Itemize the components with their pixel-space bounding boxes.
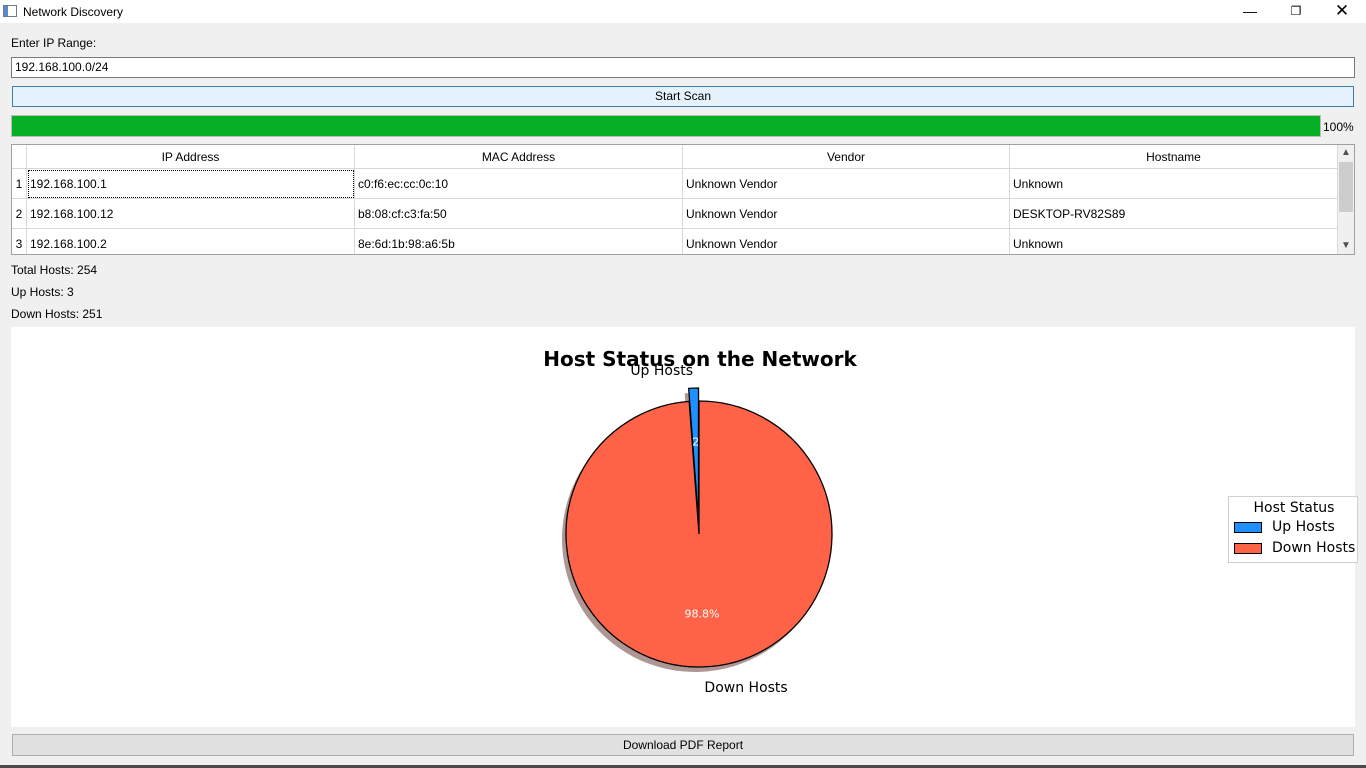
table-header-row: IP Address MAC Address Vendor Hostname xyxy=(12,145,1338,169)
pie-category-label-down-hosts: Down Hosts xyxy=(704,680,787,696)
ip-range-label: Enter IP Range: xyxy=(11,36,97,50)
start-scan-button[interactable]: Start Scan xyxy=(12,86,1354,107)
table-row[interactable]: 3 192.168.100.2 8e:6d:1b:98:a6:5b Unknow… xyxy=(12,229,1338,254)
cell-ip[interactable]: 192.168.100.2 xyxy=(27,229,355,254)
table-row[interactable]: 2 192.168.100.12 b8:08:cf:c3:fa:50 Unkno… xyxy=(12,199,1338,229)
cell-hostname[interactable]: Unknown xyxy=(1010,169,1338,199)
cell-mac[interactable]: 8e:6d:1b:98:a6:5b xyxy=(355,229,683,254)
cell-mac[interactable]: c0:f6:ec:cc:0c:10 xyxy=(355,169,683,199)
row-number[interactable]: 1 xyxy=(12,169,27,199)
scan-progress-bar xyxy=(11,115,1321,137)
host-status-chart: Host Status on the Network 1.2% Up Hosts 9… xyxy=(11,327,1358,727)
legend-swatch-up-hosts xyxy=(1234,522,1262,533)
cell-vendor[interactable]: Unknown Vendor xyxy=(683,199,1010,229)
column-header-ip[interactable]: IP Address xyxy=(27,145,355,169)
legend-label-up-hosts: Up Hosts xyxy=(1272,519,1335,535)
legend-title: Host Status xyxy=(1253,500,1335,516)
column-header-hostname[interactable]: Hostname xyxy=(1010,145,1338,169)
column-header-mac[interactable]: MAC Address xyxy=(355,145,683,169)
app-window-icon xyxy=(3,5,17,17)
close-icon[interactable]: ✕ xyxy=(1319,0,1365,23)
restore-icon[interactable]: ❐ xyxy=(1273,0,1319,23)
up-hosts-label: Up Hosts: 3 xyxy=(11,285,74,299)
chart-legend: Host Status Up Hosts Down Hosts xyxy=(1228,496,1358,563)
cell-mac[interactable]: b8:08:cf:c3:fa:50 xyxy=(355,199,683,229)
download-pdf-report-button[interactable]: Download PDF Report xyxy=(12,734,1354,756)
pie-category-label-up-hosts: Up Hosts xyxy=(630,363,693,379)
legend-swatch-down-hosts xyxy=(1234,543,1262,554)
cell-ip[interactable]: 192.168.100.12 xyxy=(27,199,355,229)
total-hosts-label: Total Hosts: 254 xyxy=(11,263,98,277)
minimize-icon[interactable]: — xyxy=(1227,0,1273,23)
legend-label-down-hosts: Down Hosts xyxy=(1272,540,1356,556)
row-number[interactable]: 2 xyxy=(12,199,27,229)
down-hosts-label: Down Hosts: 251 xyxy=(11,307,103,321)
ip-range-input[interactable]: 192.168.100.0/24 xyxy=(11,57,1355,78)
scroll-thumb[interactable] xyxy=(1339,162,1353,212)
pie-slice-down-hosts xyxy=(565,400,833,668)
progress-percent-text: 100% xyxy=(1323,120,1354,134)
window-titlebar: Network Discovery — ❐ ✕ xyxy=(0,0,1366,23)
row-number[interactable]: 3 xyxy=(12,229,27,254)
pie-chart-svg: 1.2%Up Hosts98.8%Down Hosts xyxy=(562,363,833,696)
table-row[interactable]: 1 192.168.100.1 c0:f6:ec:cc:0c:10 Unknow… xyxy=(12,169,1338,199)
table-corner[interactable] xyxy=(12,145,27,169)
scroll-up-arrow-icon[interactable]: ▲ xyxy=(1338,145,1354,161)
window-title: Network Discovery xyxy=(23,5,124,19)
scroll-down-arrow-icon[interactable]: ▼ xyxy=(1338,238,1354,254)
cell-hostname[interactable]: Unknown xyxy=(1010,229,1338,254)
results-table[interactable]: IP Address MAC Address Vendor Hostname 1… xyxy=(11,144,1355,255)
table-vertical-scrollbar[interactable]: ▲ ▼ xyxy=(1338,145,1354,254)
cell-hostname[interactable]: DESKTOP-RV82S89 xyxy=(1010,199,1338,229)
progress-fill xyxy=(12,116,1320,136)
cell-vendor[interactable]: Unknown Vendor xyxy=(683,229,1010,254)
cell-vendor[interactable]: Unknown Vendor xyxy=(683,169,1010,199)
cell-ip[interactable]: 192.168.100.1 xyxy=(27,169,355,199)
pie-percent-label-down-hosts: 98.8% xyxy=(684,608,719,621)
column-header-vendor[interactable]: Vendor xyxy=(683,145,1010,169)
